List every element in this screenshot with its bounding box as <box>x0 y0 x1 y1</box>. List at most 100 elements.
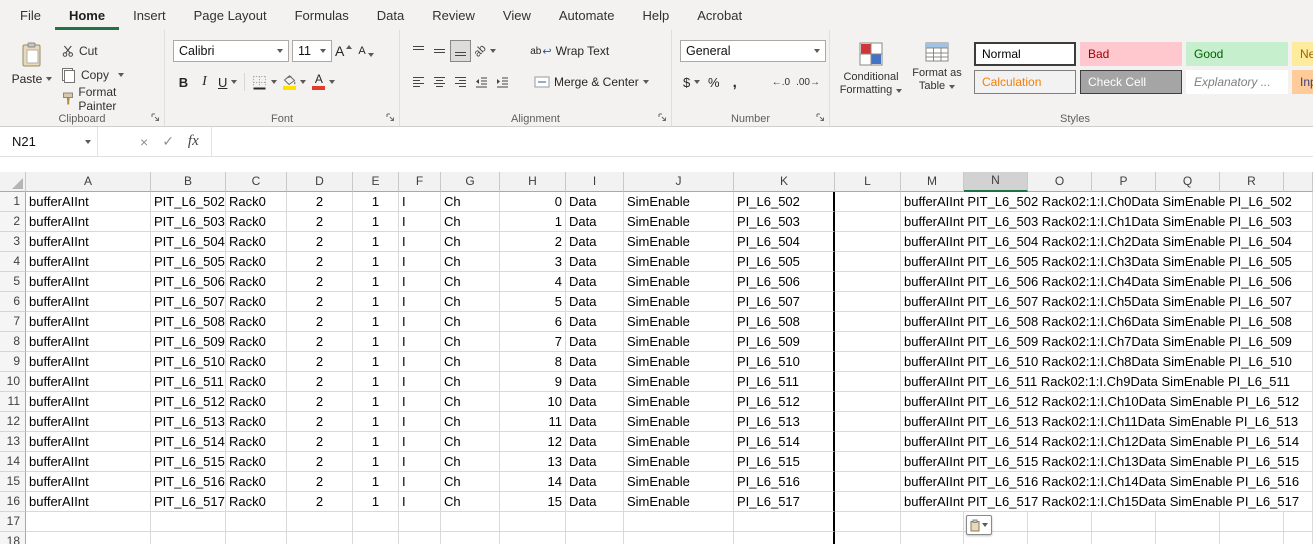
cell-F12[interactable]: I <box>399 412 441 432</box>
cell-J13[interactable]: SimEnable <box>624 432 734 452</box>
cell-style-normal[interactable]: Normal <box>974 42 1076 66</box>
cell-O18[interactable] <box>1028 532 1092 544</box>
cell-I10[interactable]: Data <box>566 372 624 392</box>
column-header-K[interactable]: K <box>734 172 835 192</box>
underline-button[interactable]: U <box>215 71 240 93</box>
cell-A1[interactable]: bufferAIInt <box>26 192 151 212</box>
cell-E9[interactable]: 1 <box>353 352 399 372</box>
cell-K12[interactable]: PI_L6_513 <box>734 412 835 432</box>
row-header-12[interactable]: 12 <box>0 412 26 432</box>
cell-A13[interactable]: bufferAIInt <box>26 432 151 452</box>
clipboard-dialog-launcher-icon[interactable] <box>150 112 161 123</box>
cell-E14[interactable]: 1 <box>353 452 399 472</box>
row-header-18[interactable]: 18 <box>0 532 26 544</box>
cell-D8[interactable]: 2 <box>287 332 353 352</box>
cell-J7[interactable]: SimEnable <box>624 312 734 332</box>
cell-A9[interactable]: bufferAIInt <box>26 352 151 372</box>
row-header-13[interactable]: 13 <box>0 432 26 452</box>
cell-B17[interactable] <box>151 512 226 532</box>
align-bottom-button[interactable] <box>450 40 471 62</box>
cell-G2[interactable]: Ch <box>441 212 500 232</box>
cell-J12[interactable]: SimEnable <box>624 412 734 432</box>
cell-A17[interactable] <box>26 512 151 532</box>
font-color-button[interactable]: A <box>309 71 338 93</box>
cell-A6[interactable]: bufferAIInt <box>26 292 151 312</box>
cell-B13[interactable]: PIT_L6_514 <box>151 432 226 452</box>
column-header-L[interactable]: L <box>835 172 901 192</box>
cell-L8[interactable] <box>835 332 901 352</box>
cell-I18[interactable] <box>566 532 624 544</box>
cell-M8[interactable]: bufferAIInt PIT_L6_509 Rack02:1:I.Ch7Dat… <box>901 332 1295 352</box>
cell-C17[interactable] <box>226 512 287 532</box>
cell-H13[interactable]: 12 <box>500 432 566 452</box>
cell-B10[interactable]: PIT_L6_511 <box>151 372 226 392</box>
cell-H10[interactable]: 9 <box>500 372 566 392</box>
cell-E13[interactable]: 1 <box>353 432 399 452</box>
cell-I15[interactable]: Data <box>566 472 624 492</box>
column-header-F[interactable]: F <box>399 172 441 192</box>
cell-style-check-cell[interactable]: Check Cell <box>1080 70 1182 94</box>
cell-D1[interactable]: 2 <box>287 192 353 212</box>
format-as-table-button[interactable]: Format as Table <box>904 34 970 110</box>
cell-J14[interactable]: SimEnable <box>624 452 734 472</box>
cell-M18[interactable] <box>901 532 964 544</box>
cell-G16[interactable]: Ch <box>441 492 500 512</box>
cell-L9[interactable] <box>835 352 901 372</box>
cell-L5[interactable] <box>835 272 901 292</box>
cell-K11[interactable]: PI_L6_512 <box>734 392 835 412</box>
cell-L7[interactable] <box>835 312 901 332</box>
cell-E6[interactable]: 1 <box>353 292 399 312</box>
percent-style-button[interactable]: % <box>703 71 724 93</box>
cell-J5[interactable]: SimEnable <box>624 272 734 292</box>
cell-J3[interactable]: SimEnable <box>624 232 734 252</box>
cell-D5[interactable]: 2 <box>287 272 353 292</box>
cell-L10[interactable] <box>835 372 901 392</box>
cell-I12[interactable]: Data <box>566 412 624 432</box>
cell-style-calculation[interactable]: Calculation <box>974 70 1076 94</box>
cell-C10[interactable]: Rack0 <box>226 372 287 392</box>
cell-I4[interactable]: Data <box>566 252 624 272</box>
cell-J4[interactable]: SimEnable <box>624 252 734 272</box>
column-header-partial[interactable] <box>1284 172 1313 192</box>
cell-I9[interactable]: Data <box>566 352 624 372</box>
cell-K16[interactable]: PI_L6_517 <box>734 492 835 512</box>
cell-J8[interactable]: SimEnable <box>624 332 734 352</box>
increase-indent-button[interactable] <box>492 71 513 93</box>
row-header-4[interactable]: 4 <box>0 252 26 272</box>
cell-H15[interactable]: 14 <box>500 472 566 492</box>
number-dialog-launcher-icon[interactable] <box>815 112 826 123</box>
formula-input[interactable] <box>210 127 1313 156</box>
cell-K18[interactable] <box>734 532 835 544</box>
cell-H3[interactable]: 2 <box>500 232 566 252</box>
cell-F11[interactable]: I <box>399 392 441 412</box>
cell-C14[interactable]: Rack0 <box>226 452 287 472</box>
cell-L1[interactable] <box>835 192 901 212</box>
column-header-Q[interactable]: Q <box>1156 172 1220 192</box>
bold-button[interactable]: B <box>173 71 194 93</box>
cell-A4[interactable]: bufferAIInt <box>26 252 151 272</box>
cell-I6[interactable]: Data <box>566 292 624 312</box>
cell-J18[interactable] <box>624 532 734 544</box>
cell-G7[interactable]: Ch <box>441 312 500 332</box>
cell-H1[interactable]: 0 <box>500 192 566 212</box>
wrap-text-button[interactable]: ab ↩ Wrap Text <box>527 40 612 62</box>
cell-C9[interactable]: Rack0 <box>226 352 287 372</box>
cell-F6[interactable]: I <box>399 292 441 312</box>
cell-B8[interactable]: PIT_L6_509 <box>151 332 226 352</box>
cell-B1[interactable]: PIT_L6_502 <box>151 192 226 212</box>
cell-E10[interactable]: 1 <box>353 372 399 392</box>
cell-B18[interactable] <box>151 532 226 544</box>
cell-I13[interactable]: Data <box>566 432 624 452</box>
cell-A15[interactable]: bufferAIInt <box>26 472 151 492</box>
cell-D17[interactable] <box>287 512 353 532</box>
cell-D9[interactable]: 2 <box>287 352 353 372</box>
cell-G3[interactable]: Ch <box>441 232 500 252</box>
column-header-I[interactable]: I <box>566 172 624 192</box>
cell-D13[interactable]: 2 <box>287 432 353 452</box>
cell-C1[interactable]: Rack0 <box>226 192 287 212</box>
row-header-5[interactable]: 5 <box>0 272 26 292</box>
cell-K14[interactable]: PI_L6_515 <box>734 452 835 472</box>
cell-F18[interactable] <box>399 532 441 544</box>
cell-B9[interactable]: PIT_L6_510 <box>151 352 226 372</box>
cell-C11[interactable]: Rack0 <box>226 392 287 412</box>
